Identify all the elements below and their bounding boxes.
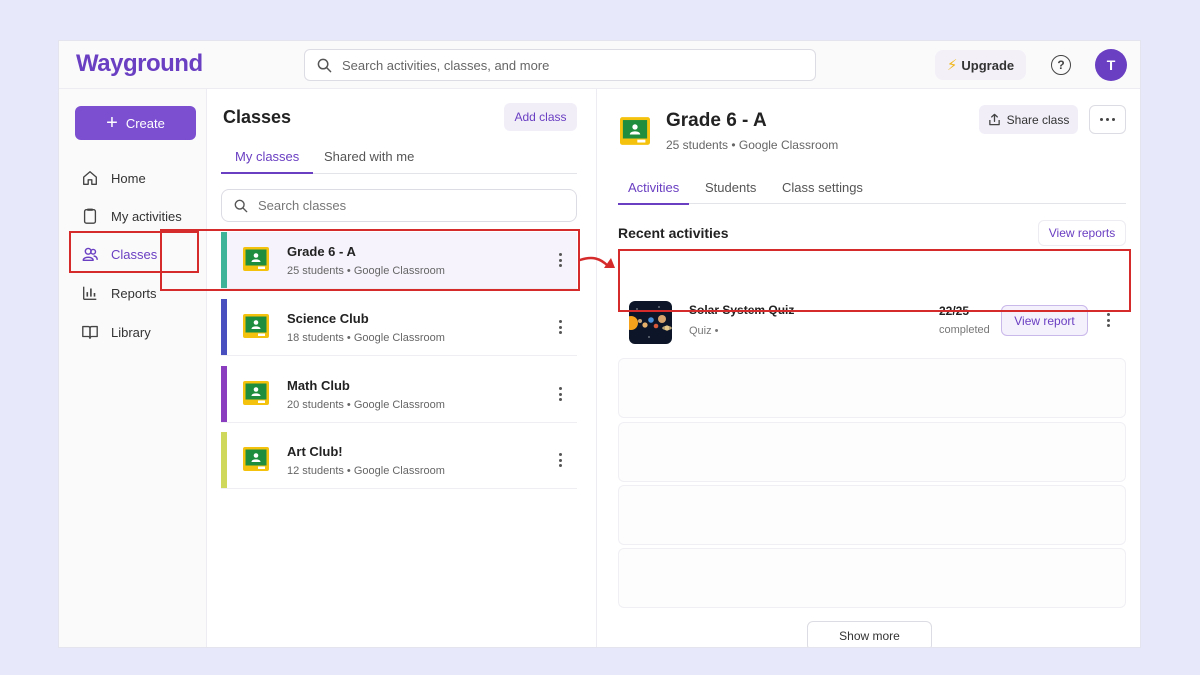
search-icon bbox=[317, 58, 332, 72]
annotation-arrow-icon bbox=[578, 256, 615, 268]
empty-activity-slot bbox=[618, 485, 1126, 545]
class-color-stripe bbox=[221, 432, 227, 488]
global-search[interactable] bbox=[304, 49, 816, 81]
class-options-icon[interactable] bbox=[552, 451, 568, 469]
activity-options-icon[interactable] bbox=[1100, 311, 1116, 329]
upgrade-button[interactable]: ⚡ Upgrade bbox=[935, 50, 1026, 80]
classes-panel: Classes Add class My classes Shared with… bbox=[208, 89, 597, 647]
class-meta: 20 students • Google Classroom bbox=[287, 399, 445, 411]
left-sidebar: + Create Home My activities Classes Repo… bbox=[59, 89, 207, 647]
detail-tabs: Activities Students Class settings bbox=[618, 177, 1126, 205]
clipboard-icon bbox=[83, 208, 97, 224]
more-options-icon[interactable] bbox=[1089, 105, 1126, 134]
share-icon bbox=[988, 113, 1000, 126]
sidebar-item-label: Reports bbox=[111, 285, 157, 301]
empty-activity-slot bbox=[618, 548, 1126, 608]
app-window: Wayground ⚡ Upgrade ? T + Create Home bbox=[58, 40, 1141, 648]
plus-icon: + bbox=[106, 112, 118, 134]
sidebar-item-my-activities[interactable]: My activities bbox=[81, 204, 182, 228]
sidebar-item-reports[interactable]: Reports bbox=[81, 281, 157, 305]
create-label: Create bbox=[125, 115, 165, 131]
classes-tabs: My classes Shared with me bbox=[221, 147, 577, 174]
empty-activity-slot bbox=[618, 358, 1126, 418]
class-name: Art Club! bbox=[287, 444, 343, 459]
empty-activity-slot bbox=[618, 422, 1126, 482]
lightning-icon: ⚡ bbox=[946, 57, 958, 74]
sidebar-item-home[interactable]: Home bbox=[81, 166, 146, 190]
class-detail-meta: 25 students • Google Classroom bbox=[666, 138, 839, 152]
book-icon bbox=[82, 325, 98, 339]
class-search-input[interactable] bbox=[258, 198, 558, 213]
activity-highlight-box bbox=[618, 249, 1131, 312]
class-meta: 18 students • Google Classroom bbox=[287, 332, 445, 344]
class-detail-panel: Grade 6 - A 25 students • Google Classro… bbox=[598, 89, 1140, 647]
top-header: Wayground ⚡ Upgrade ? T bbox=[59, 41, 1140, 89]
tab-students[interactable]: Students bbox=[705, 180, 756, 203]
global-search-input[interactable] bbox=[342, 57, 762, 73]
share-class-button[interactable]: Share class bbox=[979, 105, 1078, 134]
share-class-label: Share class bbox=[1006, 112, 1070, 127]
sidebar-item-label: My activities bbox=[111, 208, 182, 224]
completion-status: completed bbox=[939, 324, 990, 336]
bar-chart-icon bbox=[83, 286, 97, 300]
class-meta: 12 students • Google Classroom bbox=[287, 465, 445, 477]
sidebar-item-label: Library bbox=[111, 324, 151, 340]
google-classroom-icon bbox=[243, 381, 269, 405]
class-color-stripe bbox=[221, 299, 227, 355]
class-title: Grade 6 - A bbox=[666, 110, 767, 131]
activity-type: Quiz • bbox=[689, 325, 719, 337]
class-row-science-club[interactable]: Science Club 18 students • Google Classr… bbox=[221, 299, 577, 356]
class-row-art-club[interactable]: Art Club! 12 students • Google Classroom bbox=[221, 432, 577, 489]
tab-class-settings[interactable]: Class settings bbox=[782, 180, 863, 203]
google-classroom-icon bbox=[620, 117, 650, 145]
add-class-button[interactable]: Add class bbox=[504, 103, 577, 131]
user-avatar[interactable]: T bbox=[1095, 49, 1127, 81]
help-icon[interactable]: ? bbox=[1051, 55, 1071, 75]
create-button[interactable]: + Create bbox=[75, 106, 196, 140]
class-color-stripe bbox=[221, 366, 227, 422]
class-options-icon[interactable] bbox=[552, 318, 568, 336]
recent-activities-heading: Recent activities bbox=[618, 225, 729, 241]
upgrade-label: Upgrade bbox=[961, 57, 1015, 73]
app-logo[interactable]: Wayground bbox=[76, 50, 203, 78]
class-row-math-club[interactable]: Math Club 20 students • Google Classroom bbox=[221, 366, 577, 423]
show-more-button[interactable]: Show more bbox=[807, 621, 932, 647]
sidebar-item-label: Home bbox=[111, 170, 146, 186]
google-classroom-icon bbox=[243, 314, 269, 338]
home-icon bbox=[83, 171, 97, 185]
view-reports-link[interactable]: View reports bbox=[1038, 220, 1126, 246]
selected-class-highlight-box bbox=[160, 229, 580, 291]
tab-shared-with-me[interactable]: Shared with me bbox=[324, 149, 414, 172]
class-search[interactable] bbox=[221, 189, 577, 222]
sidebar-item-library[interactable]: Library bbox=[81, 320, 151, 344]
class-options-icon[interactable] bbox=[552, 385, 568, 403]
classes-title: Classes bbox=[223, 107, 292, 127]
search-icon bbox=[234, 199, 248, 212]
class-name: Math Club bbox=[287, 378, 350, 393]
tab-my-classes[interactable]: My classes bbox=[221, 149, 314, 174]
tab-activities[interactable]: Activities bbox=[618, 180, 690, 205]
google-classroom-icon bbox=[243, 447, 269, 471]
class-name: Science Club bbox=[287, 311, 369, 326]
